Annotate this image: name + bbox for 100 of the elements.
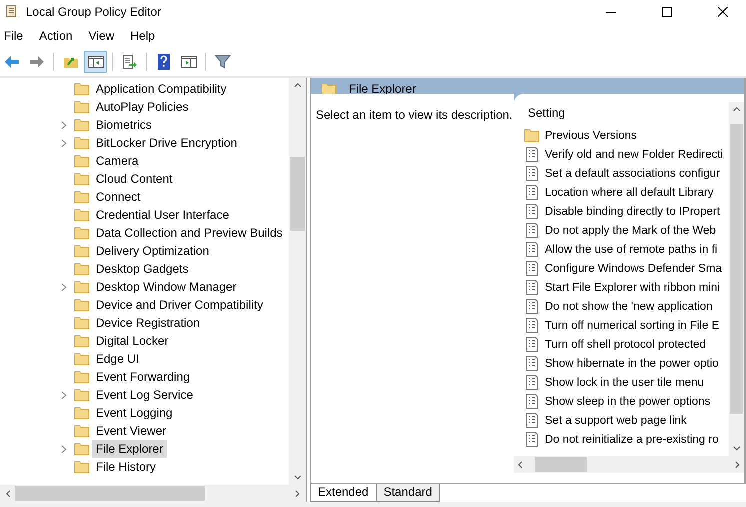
- menu-item[interactable]: Action: [37, 29, 81, 43]
- tree-item[interactable]: File Explorer: [92, 440, 168, 458]
- scroll-thumb[interactable]: [535, 457, 587, 472]
- tree-item[interactable]: Event Viewer: [92, 422, 170, 440]
- list-item[interactable]: Set a default associations configur: [545, 168, 720, 180]
- scrollbar[interactable]: [514, 456, 744, 473]
- chevron-icon[interactable]: [61, 282, 67, 292]
- list-item[interactable]: Location where all default Library: [545, 186, 714, 198]
- scrollbar[interactable]: [289, 78, 306, 485]
- tree-item[interactable]: Camera: [92, 152, 143, 170]
- menu-item[interactable]: File: [2, 29, 32, 43]
- tree-item[interactable]: Event Log Service: [92, 386, 198, 404]
- tree-item[interactable]: Cloud Content: [92, 170, 177, 188]
- folder-icon: [74, 100, 90, 114]
- document-icon: [524, 337, 540, 352]
- console-tree-button[interactable]: [84, 51, 107, 73]
- scroll-left-icon[interactable]: [6, 490, 11, 498]
- scrollbar[interactable]: [0, 485, 306, 502]
- export-icon: [122, 55, 138, 69]
- list-item[interactable]: Allow the use of remote paths in fi: [545, 244, 718, 256]
- tree-item[interactable]: Data Collection and Preview Builds: [92, 224, 287, 242]
- tree-item[interactable]: AutoPlay Policies: [92, 98, 193, 116]
- menu-item[interactable]: View: [86, 29, 122, 43]
- scroll-thumb[interactable]: [290, 157, 305, 231]
- pane-icon: [180, 55, 196, 69]
- scroll-thumb[interactable]: [730, 124, 743, 414]
- tree-item[interactable]: Desktop Window Manager: [92, 278, 241, 296]
- tree-item[interactable]: Desktop Gadgets: [92, 260, 193, 278]
- pane-title: File Explorer: [349, 82, 416, 96]
- folder-icon: [74, 190, 90, 204]
- folder-icon: [74, 424, 90, 438]
- folder-icon: [74, 172, 90, 186]
- list-item[interactable]: Show hibernate in the power optio: [545, 358, 719, 370]
- tree-item[interactable]: Credential User Interface: [92, 206, 234, 224]
- chevron-icon[interactable]: [61, 444, 67, 454]
- tree-item[interactable]: BitLocker Drive Encryption: [92, 134, 242, 152]
- close-icon[interactable]: [718, 7, 728, 17]
- maximize-icon[interactable]: [662, 7, 672, 17]
- folder-icon: [74, 82, 90, 96]
- document-icon: [524, 185, 540, 200]
- tree-item[interactable]: Device Registration: [92, 314, 204, 332]
- list-item[interactable]: Turn off numerical sorting in File E: [545, 320, 720, 332]
- folder-icon: [74, 226, 90, 240]
- folder-icon: [74, 262, 90, 276]
- tree-item[interactable]: Biometrics: [92, 116, 156, 134]
- scroll-right-icon[interactable]: [735, 460, 740, 468]
- scroll-up-icon[interactable]: [732, 107, 740, 112]
- list-item[interactable]: Turn off shell protocol protected: [545, 338, 706, 350]
- chevron-icon[interactable]: [61, 138, 67, 148]
- document-icon: [524, 204, 540, 219]
- document-icon: [524, 223, 540, 238]
- tree-item[interactable]: Delivery Optimization: [92, 242, 214, 260]
- menu-item[interactable]: Help: [128, 29, 164, 43]
- scroll-right-icon[interactable]: [295, 490, 300, 498]
- document-icon: [524, 299, 540, 314]
- folder-icon: [74, 334, 90, 348]
- view-tab[interactable]: Extended: [310, 484, 377, 502]
- scroll-up-icon[interactable]: [294, 83, 302, 88]
- document-icon: [524, 242, 540, 257]
- tree-item[interactable]: File History: [92, 458, 160, 476]
- list-item[interactable]: Disable binding directly to IPropert: [545, 206, 720, 218]
- chevron-icon[interactable]: [61, 120, 67, 130]
- document-icon: [524, 413, 540, 428]
- list-item[interactable]: Start File Explorer with ribbon mini: [545, 282, 720, 294]
- folder-icon: [74, 280, 90, 294]
- list-item[interactable]: Do not show the 'new application: [545, 300, 713, 312]
- scroll-down-icon[interactable]: [294, 475, 302, 480]
- tree-item[interactable]: Digital Locker: [92, 332, 173, 350]
- scroll-down-icon[interactable]: [732, 446, 740, 451]
- list-item[interactable]: Do not apply the Mark of the Web: [545, 224, 716, 236]
- tree-item[interactable]: Application Compatibility: [92, 80, 231, 98]
- document-icon: [524, 394, 540, 409]
- folder-icon: [74, 388, 90, 402]
- list-item[interactable]: Previous Versions: [545, 130, 638, 142]
- column-header[interactable]: Setting: [516, 102, 729, 126]
- list-item[interactable]: Show lock in the user tile menu: [545, 376, 704, 388]
- folder-icon: [74, 118, 90, 132]
- list-item[interactable]: Verify old and new Folder Redirecti: [545, 148, 724, 160]
- document-icon: [524, 261, 540, 276]
- document-icon: [524, 356, 540, 371]
- chevron-icon[interactable]: [61, 390, 67, 400]
- scrollbar[interactable]: [729, 102, 744, 456]
- view-tab[interactable]: Standard: [376, 484, 440, 502]
- document-icon: [524, 375, 540, 390]
- scroll-left-icon[interactable]: [518, 460, 523, 468]
- window-title: Local Group Policy Editor: [26, 5, 162, 19]
- folder-icon: [74, 442, 90, 456]
- list-item[interactable]: Do not reinitialize a pre-existing ro: [545, 434, 719, 446]
- list-item[interactable]: Configure Windows Defender Sma: [545, 262, 722, 274]
- folder-arrow-icon: [62, 55, 78, 69]
- tree-item[interactable]: Device and Driver Compatibility: [92, 296, 268, 314]
- tree-item[interactable]: Event Logging: [92, 404, 177, 422]
- scroll-thumb[interactable]: [15, 486, 205, 501]
- tree-item[interactable]: Connect: [92, 188, 145, 206]
- document-icon: [524, 318, 540, 333]
- tree-item[interactable]: Edge UI: [92, 350, 144, 368]
- list-item[interactable]: Set a support web page link: [545, 414, 687, 426]
- filter-icon: [214, 55, 230, 69]
- tree-item[interactable]: Event Forwarding: [92, 368, 194, 386]
- list-item[interactable]: Show sleep in the power options: [545, 396, 711, 408]
